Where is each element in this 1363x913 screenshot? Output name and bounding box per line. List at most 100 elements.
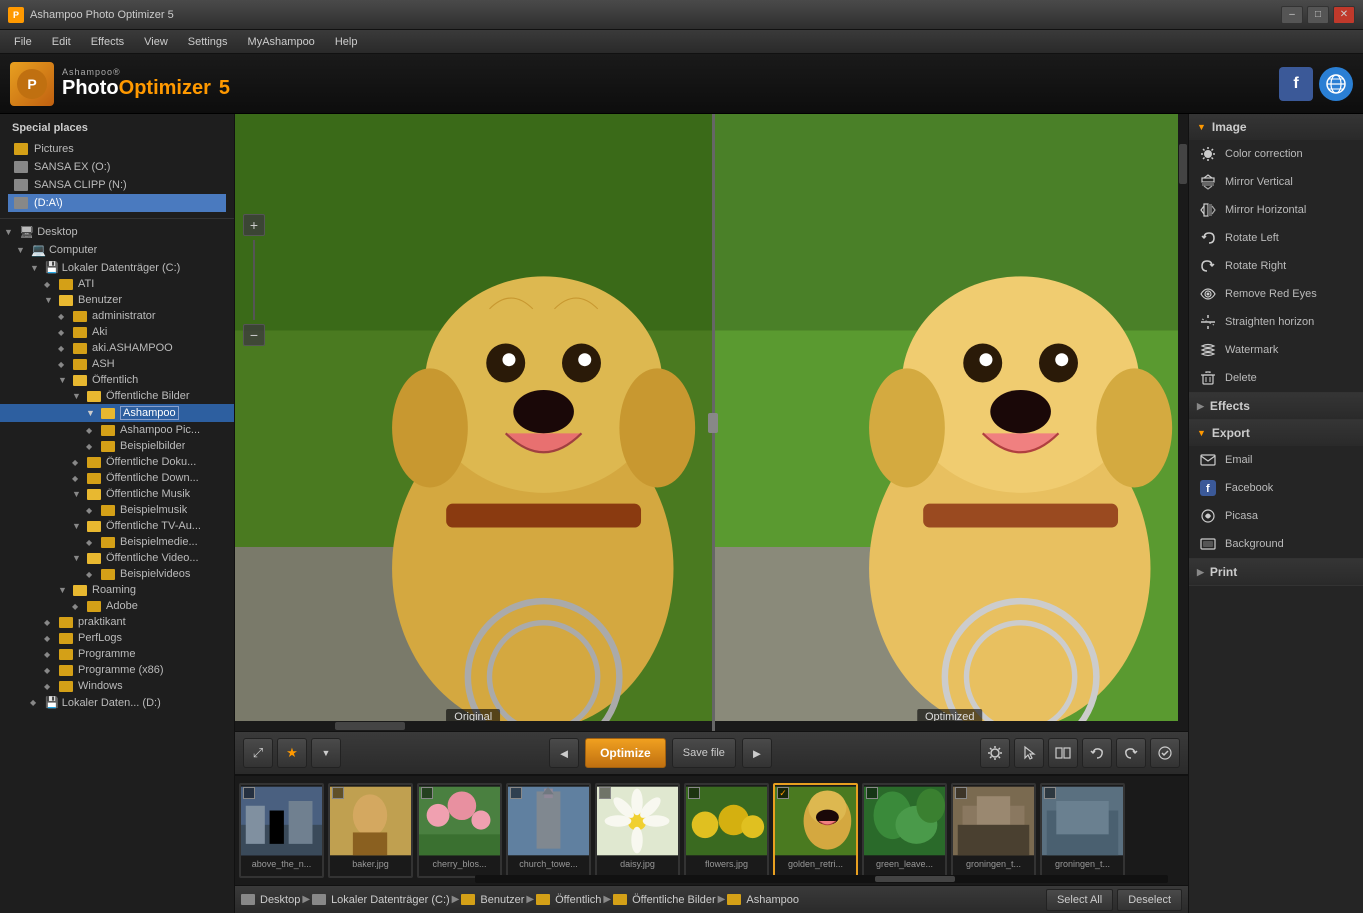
thumb-daisy[interactable]: daisy.jpg	[595, 783, 680, 878]
tree-roaming[interactable]: ▼ Roaming	[0, 582, 234, 598]
tree-beispielmusik[interactable]: ◆ Beispielmusik	[0, 502, 234, 518]
tree-administrator[interactable]: ◆ administrator	[0, 308, 234, 324]
vertical-scroll-thumb[interactable]	[1179, 144, 1187, 184]
tree-computer[interactable]: ▼ 💻 Computer	[0, 241, 234, 259]
restore-button[interactable]: □	[1307, 6, 1329, 24]
zoom-plus-button[interactable]: +	[243, 214, 265, 236]
file-tree[interactable]: ▼ 🖥 Desktop ▼ 💻 Computer ▼ 💾 Lokaler Dat…	[0, 219, 234, 913]
tree-beispielmedie[interactable]: ◆ Beispielmedie...	[0, 534, 234, 550]
tree-benutzer[interactable]: ▼ Benutzer	[0, 292, 234, 308]
minimize-button[interactable]: –	[1281, 6, 1303, 24]
deselect-button[interactable]: Deselect	[1117, 889, 1182, 911]
panel-item-background[interactable]: Background	[1189, 530, 1363, 558]
thumb-cherry-blos[interactable]: cherry_blos...	[417, 783, 502, 878]
save-file-button[interactable]: Save file	[672, 738, 736, 768]
tree-oeffentliche-musik[interactable]: ▼ Öffentliche Musik	[0, 486, 234, 502]
redo-icon[interactable]	[1116, 738, 1146, 768]
thumb-baker[interactable]: baker.jpg	[328, 783, 413, 878]
tree-aki-ashampoo[interactable]: ◆ aki.ASHAMPOO	[0, 340, 234, 356]
place-pictures[interactable]: Pictures	[8, 140, 226, 158]
tree-programme[interactable]: ◆ Programme	[0, 646, 234, 662]
bc-desktop[interactable]: Desktop	[241, 894, 300, 906]
thumb-checkbox[interactable]	[421, 787, 433, 799]
tree-oeffentliche-tv[interactable]: ▼ Öffentliche TV-Au...	[0, 518, 234, 534]
tree-beispielbilder[interactable]: ◆ Beispielbilder	[0, 438, 234, 454]
bc-benutzer[interactable]: Benutzer	[461, 894, 524, 906]
thumb-green-leave[interactable]: green_leave...	[862, 783, 947, 878]
thumb-checkbox[interactable]: ✓	[777, 787, 789, 799]
panel-item-rotate-right[interactable]: Rotate Right	[1189, 252, 1363, 280]
split-divider[interactable]	[712, 114, 715, 731]
tree-oeffentliche-video[interactable]: ▼ Öffentliche Video...	[0, 550, 234, 566]
thumb-above-the-n[interactable]: above_the_n...	[239, 783, 324, 878]
tree-adobe[interactable]: ◆ Adobe	[0, 598, 234, 614]
menu-effects[interactable]: Effects	[81, 31, 134, 53]
panel-item-facebook[interactable]: f Facebook	[1189, 474, 1363, 502]
menu-edit[interactable]: Edit	[42, 31, 81, 53]
filmstrip-scroll-thumb[interactable]	[875, 876, 955, 882]
thumb-checkbox[interactable]	[510, 787, 522, 799]
bc-oeffentlich[interactable]: Öffentlich	[536, 894, 601, 906]
tree-desktop[interactable]: ▼ 🖥 Desktop	[0, 223, 234, 241]
vertical-scrollbar[interactable]	[1178, 114, 1188, 731]
cursor-icon[interactable]	[1014, 738, 1044, 768]
menu-help[interactable]: Help	[325, 31, 368, 53]
thumb-checkbox[interactable]	[599, 787, 611, 799]
panel-item-rotate-left[interactable]: Rotate Left	[1189, 224, 1363, 252]
panel-item-delete[interactable]: Delete	[1189, 364, 1363, 392]
zoom-minus-button[interactable]: −	[243, 324, 265, 346]
close-button[interactable]: ✕	[1333, 6, 1355, 24]
filmstrip-scrollbar[interactable]	[475, 875, 1168, 883]
thumb-checkbox[interactable]	[243, 787, 255, 799]
optimize-button[interactable]: Optimize	[585, 738, 666, 768]
panel-item-mirror-horizontal[interactable]: Mirror Horizontal	[1189, 196, 1363, 224]
expand-button[interactable]: ⤢	[243, 738, 273, 768]
place-sansa-ex[interactable]: SANSA EX (O:)	[8, 158, 226, 176]
thumb-checkbox[interactable]	[955, 787, 967, 799]
thumb-groningen-2[interactable]: groningen_t...	[1040, 783, 1125, 878]
tree-oeffentlich[interactable]: ▼ Öffentlich	[0, 372, 234, 388]
panel-item-picasa[interactable]: Picasa	[1189, 502, 1363, 530]
tree-beispielvideos[interactable]: ◆ Beispielvideos	[0, 566, 234, 582]
autofix-icon[interactable]	[1150, 738, 1180, 768]
tree-oeffentliche-bilder[interactable]: ▼ Öffentliche Bilder	[0, 388, 234, 404]
tree-ashampoo-pic[interactable]: ◆ Ashampoo Pic...	[0, 422, 234, 438]
chevron-button[interactable]: ▼	[311, 738, 341, 768]
web-button[interactable]	[1319, 67, 1353, 101]
facebook-button[interactable]: f	[1279, 67, 1313, 101]
tree-programme-x86[interactable]: ◆ Programme (x86)	[0, 662, 234, 678]
bc-c-drive[interactable]: Lokaler Datenträger (C:)	[312, 894, 450, 906]
tree-ashampoo[interactable]: ▼ Ashampoo	[0, 404, 234, 422]
panel-section-export-header[interactable]: ▼ Export	[1189, 420, 1363, 446]
panel-item-watermark[interactable]: Watermark	[1189, 336, 1363, 364]
undo-icon[interactable]	[1082, 738, 1112, 768]
panel-item-straighten-horizon[interactable]: Straighten horizon	[1189, 308, 1363, 336]
next-button[interactable]: ►	[742, 738, 772, 768]
thumb-checkbox[interactable]	[1044, 787, 1056, 799]
thumb-checkbox[interactable]	[866, 787, 878, 799]
tree-oeffentliche-doku[interactable]: ◆ Öffentliche Doku...	[0, 454, 234, 470]
tree-ati[interactable]: ◆ ATI	[0, 276, 234, 292]
brightness-icon[interactable]	[980, 738, 1010, 768]
tree-windows[interactable]: ◆ Windows	[0, 678, 234, 694]
panel-item-remove-red-eyes[interactable]: Remove Red Eyes	[1189, 280, 1363, 308]
thumb-groningen-1[interactable]: groningen_t...	[951, 783, 1036, 878]
panel-item-color-correction[interactable]: Color correction	[1189, 140, 1363, 168]
panel-item-mirror-vertical[interactable]: Mirror Vertical	[1189, 168, 1363, 196]
menu-file[interactable]: File	[4, 31, 42, 53]
prev-button[interactable]: ◄	[549, 738, 579, 768]
tree-d-drive[interactable]: ◆ 💾 Lokaler Daten... (D:)	[0, 694, 234, 711]
thumb-golden-retri[interactable]: ✓ golden_retri...	[773, 783, 858, 878]
tree-aki[interactable]: ◆ Aki	[0, 324, 234, 340]
thumb-checkbox[interactable]	[332, 787, 344, 799]
bc-oeffentliche-bilder[interactable]: Öffentliche Bilder	[613, 894, 716, 906]
tree-oeffentliche-down[interactable]: ◆ Öffentliche Down...	[0, 470, 234, 486]
tree-c-drive[interactable]: ▼ 💾 Lokaler Datenträger (C:)	[0, 259, 234, 276]
horizontal-scrollbar[interactable]	[235, 721, 1178, 731]
thumb-flowers[interactable]: flowers.jpg	[684, 783, 769, 878]
thumb-checkbox[interactable]	[688, 787, 700, 799]
star-button[interactable]: ★	[277, 738, 307, 768]
tree-praktikant[interactable]: ◆ praktikant	[0, 614, 234, 630]
menu-settings[interactable]: Settings	[178, 31, 238, 53]
thumb-church-towe[interactable]: church_towe...	[506, 783, 591, 878]
